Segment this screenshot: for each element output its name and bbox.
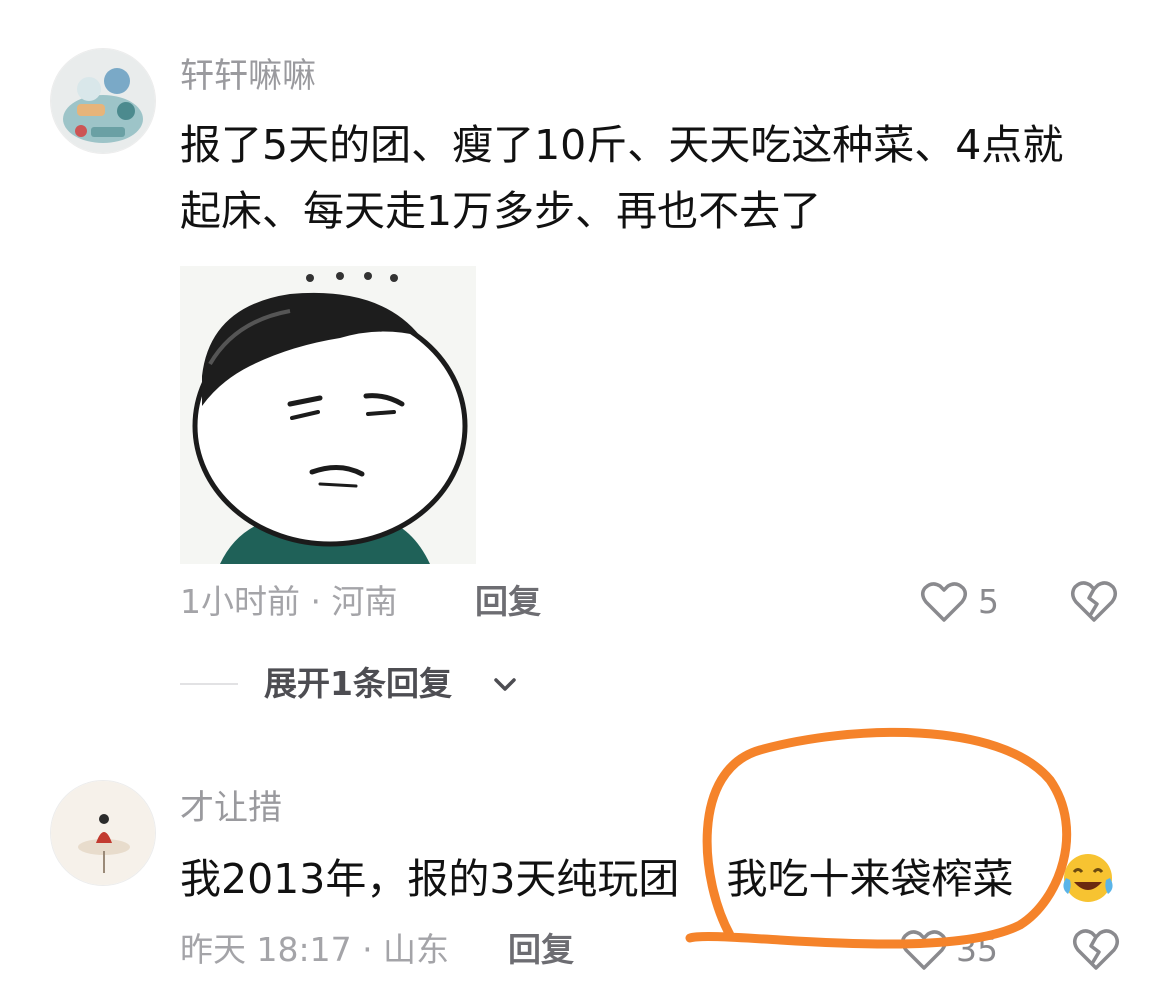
comment-text: 我2013年，报的3天纯玩团 我吃十来袋榨菜 bbox=[180, 846, 1013, 912]
reply-button[interactable]: 回复 bbox=[508, 930, 574, 970]
comment-time-location: 昨天 18:17 · 山东 bbox=[180, 930, 450, 969]
dislike-button[interactable] bbox=[1072, 926, 1122, 974]
divider-line bbox=[180, 683, 238, 685]
heart-icon bbox=[921, 582, 967, 622]
expand-replies[interactable]: 展开1条回复 bbox=[180, 660, 540, 708]
broken-heart-icon bbox=[1071, 581, 1117, 622]
like-button[interactable]: 5 bbox=[920, 578, 1020, 626]
avatar-image bbox=[51, 49, 155, 153]
comment-username[interactable]: 才让措 bbox=[180, 788, 282, 828]
comment-time-location: 1小时前 · 河南 bbox=[180, 582, 398, 621]
dislike-button[interactable] bbox=[1070, 578, 1120, 626]
comment-text-segment: 我2013年，报的3天纯玩团 bbox=[180, 855, 680, 903]
comment-text: 报了5天的团、瘦了10斤、天天吃这种菜、4点就 起床、每天走1万多步、再也不去了 bbox=[180, 112, 1130, 244]
laughing-crying-emoji bbox=[1063, 854, 1113, 902]
avatar[interactable] bbox=[50, 780, 156, 886]
sticker-icon bbox=[180, 266, 476, 564]
like-count: 35 bbox=[956, 930, 998, 969]
comment-username[interactable]: 轩轩嘛嘛 bbox=[180, 56, 316, 96]
like-count: 5 bbox=[978, 582, 999, 621]
chevron-down-icon bbox=[494, 678, 516, 691]
face-meme-sticker[interactable] bbox=[180, 266, 476, 564]
like-button[interactable]: 35 bbox=[900, 926, 1010, 974]
comment-text-segment: 我吃十来袋榨菜 bbox=[726, 855, 1014, 903]
heart-icon bbox=[901, 930, 947, 970]
broken-heart-icon bbox=[1073, 929, 1119, 970]
avatar[interactable] bbox=[50, 48, 156, 154]
avatar-image bbox=[51, 781, 155, 885]
expand-replies-label: 展开1条回复 bbox=[264, 664, 452, 703]
reply-button[interactable]: 回复 bbox=[475, 582, 541, 622]
comment-text-line: 报了5天的团、瘦了10斤、天天吃这种菜、4点就 bbox=[180, 121, 1064, 169]
comment-text-line: 起床、每天走1万多步、再也不去了 bbox=[180, 187, 822, 235]
